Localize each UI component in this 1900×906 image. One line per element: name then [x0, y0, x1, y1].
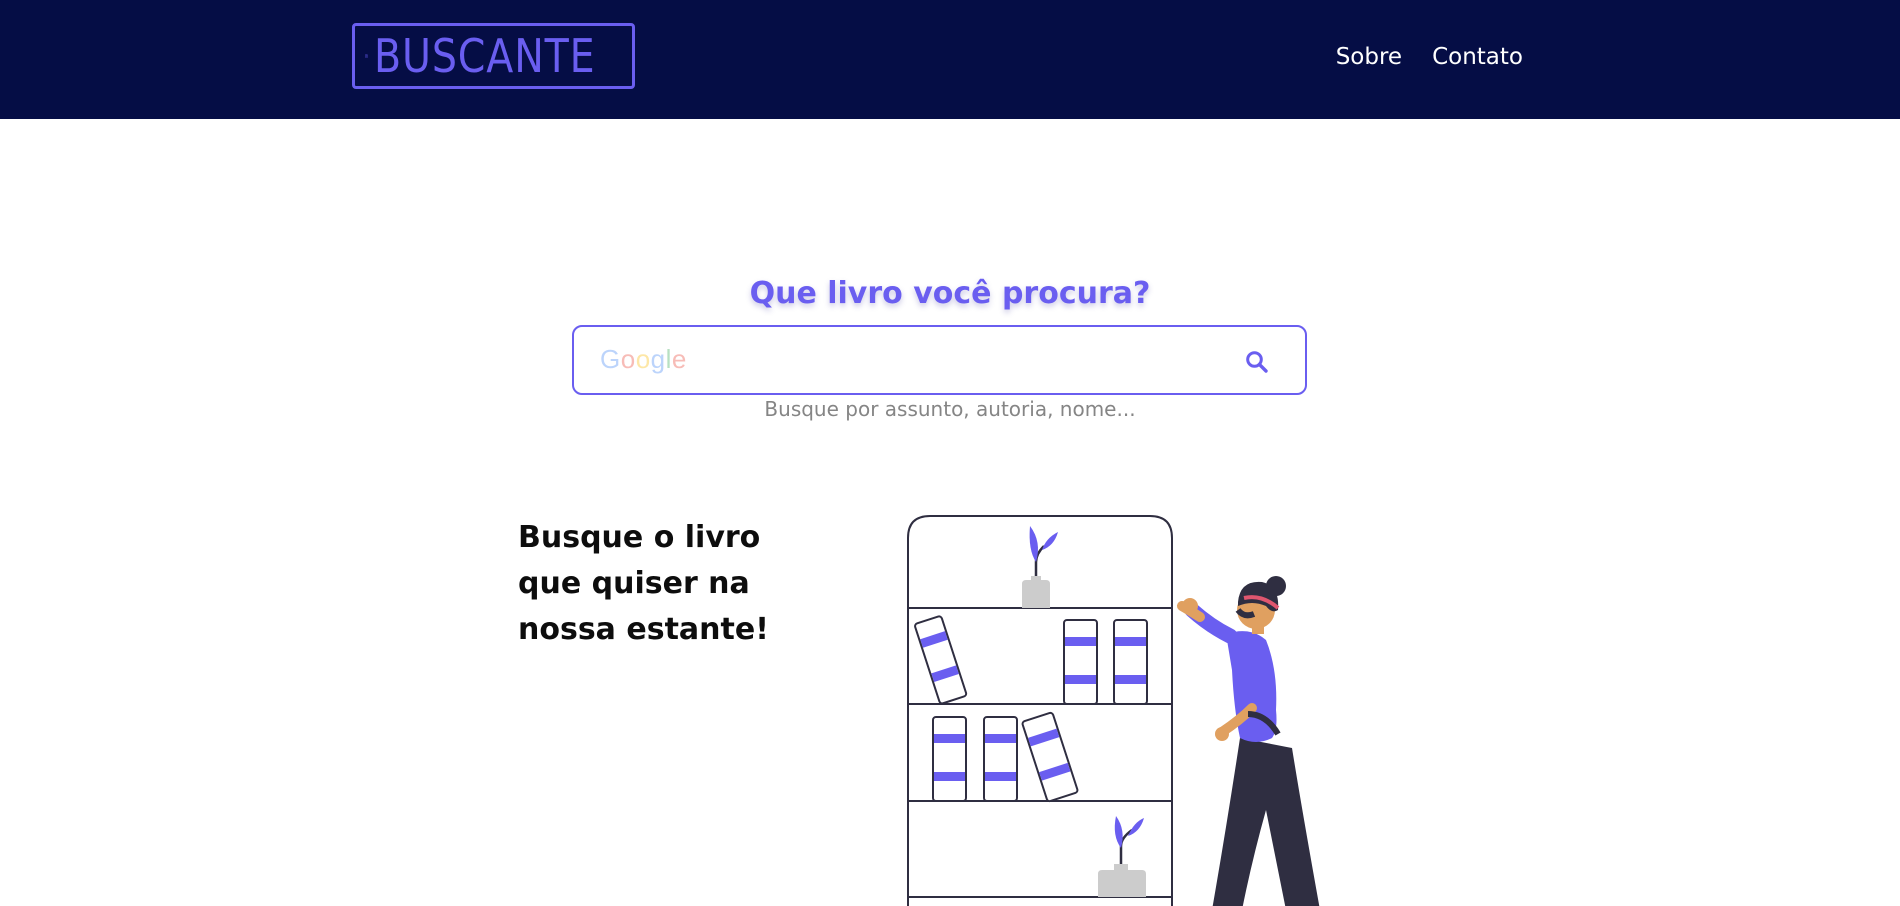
woman-figure — [1177, 576, 1320, 906]
tagline-line: Busque o livro — [518, 520, 761, 555]
books-shelf-2 — [932, 711, 1079, 803]
search-icon — [1246, 351, 1268, 373]
logo-text: BUSCANTE — [374, 29, 596, 83]
bookshelf — [907, 515, 1173, 906]
main-nav: Sobre Contato — [1336, 44, 1523, 72]
buscante-logo[interactable]: BUSCANTE — [352, 23, 635, 89]
bookshelf-illustration — [907, 515, 1320, 906]
search-headline: Que livro você procura? — [749, 276, 1151, 311]
search-button[interactable] — [1240, 345, 1274, 379]
books-icon — [365, 54, 369, 58]
hero-tagline: Busque o livro que quiser na nossa estan… — [518, 515, 818, 653]
search-input[interactable] — [598, 339, 1198, 383]
nav-link-sobre[interactable]: Sobre — [1336, 44, 1402, 72]
plant-top-icon — [1022, 526, 1058, 608]
search-box: Google — [572, 325, 1307, 395]
tagline-line: nossa estante! — [518, 612, 769, 647]
tagline-line: que quiser na — [518, 566, 750, 601]
books-shelf-1 — [914, 615, 1148, 705]
nav-link-contato[interactable]: Contato — [1432, 44, 1523, 72]
top-navbar: BUSCANTE Sobre Contato — [0, 0, 1900, 119]
plant-bottom-icon — [1098, 816, 1146, 897]
search-helper-text: Busque por assunto, autoria, nome... — [764, 397, 1136, 421]
